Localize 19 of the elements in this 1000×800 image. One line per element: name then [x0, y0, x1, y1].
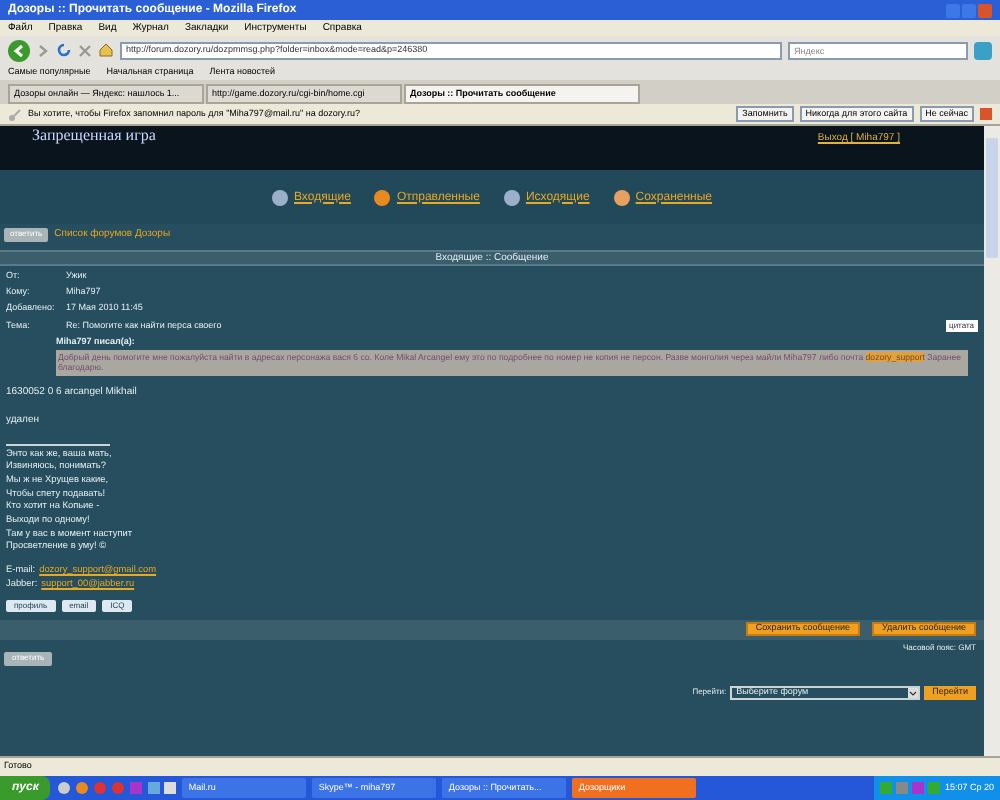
maximize-icon[interactable]	[962, 3, 976, 17]
extension-icon	[974, 41, 992, 59]
home-icon	[98, 42, 114, 58]
scrollbar[interactable]	[984, 126, 1000, 756]
close-icon[interactable]	[978, 3, 992, 17]
quick-launch-icons-drawing	[56, 780, 177, 796]
banner-title: Запрещенная игра	[32, 128, 156, 144]
minimize-icon[interactable]	[946, 3, 960, 17]
dropdown-arrow-icon	[908, 687, 919, 698]
tray-icons-drawing	[880, 782, 941, 794]
folder-icon	[272, 189, 288, 205]
stop-icon	[78, 43, 92, 57]
folder-icon	[503, 189, 520, 205]
signature-divider	[6, 443, 110, 445]
folder-icon	[613, 189, 630, 205]
key-icon	[8, 107, 22, 121]
folder-icon	[374, 189, 391, 205]
reload-icon	[56, 42, 72, 58]
close-icon[interactable]	[980, 108, 992, 120]
